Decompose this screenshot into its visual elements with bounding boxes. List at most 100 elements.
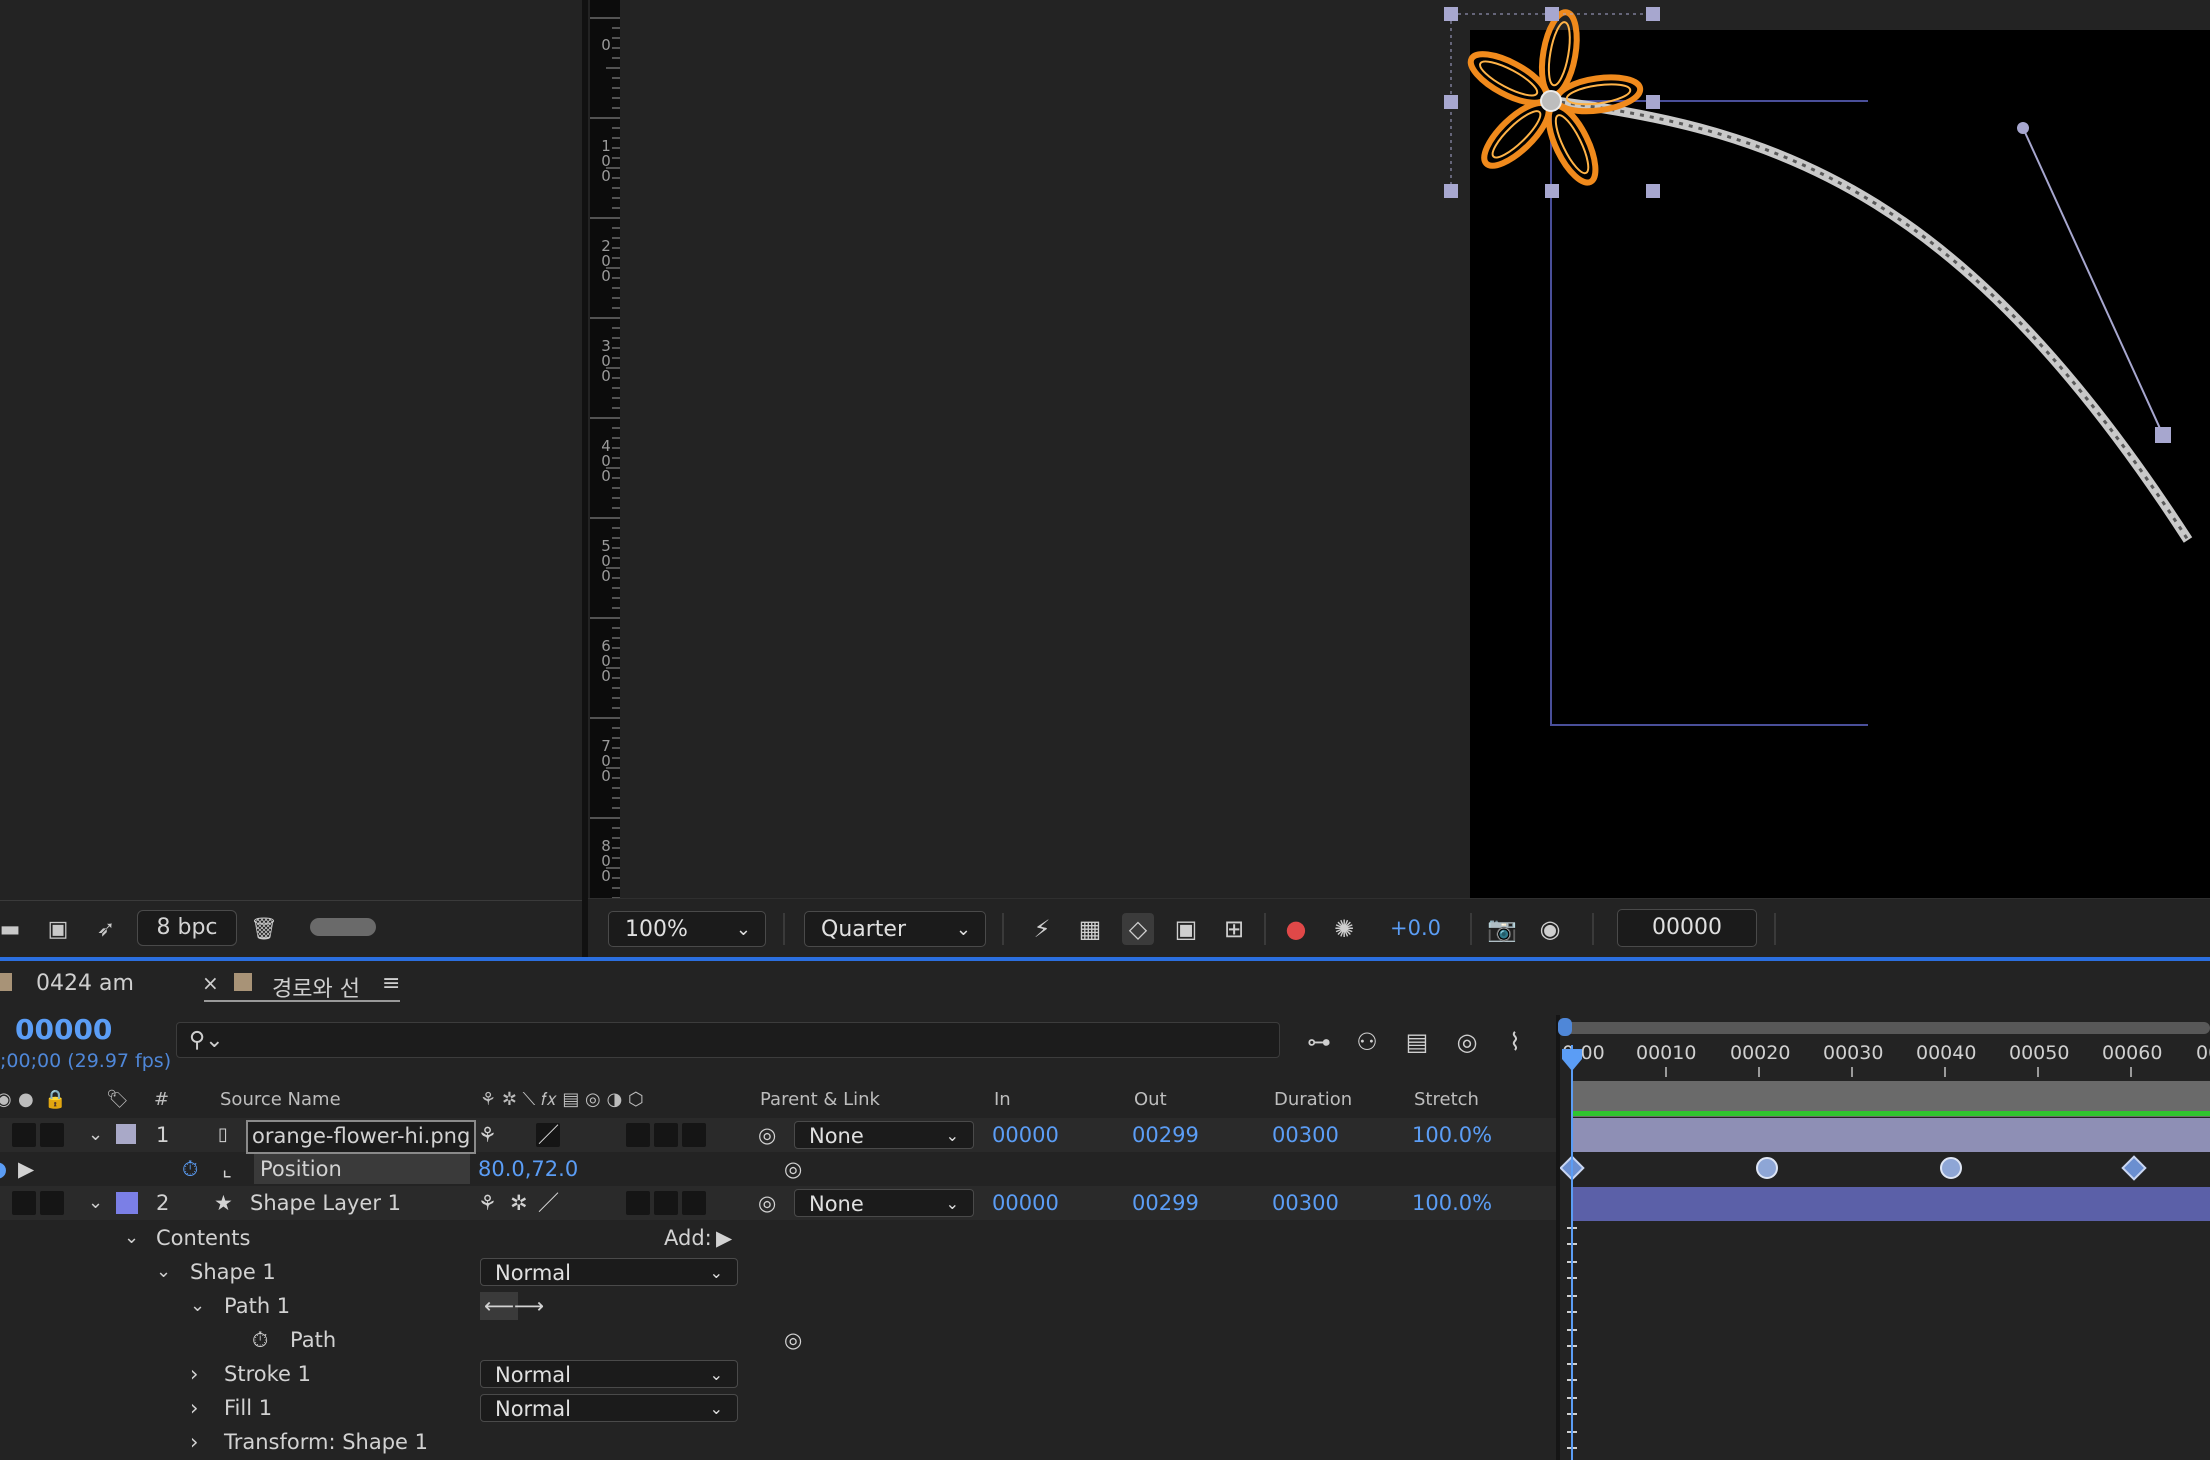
keyframe-nav-icon[interactable]: ◗ bbox=[0, 1152, 7, 1186]
layer-stretch[interactable]: 100.0% bbox=[1412, 1186, 1492, 1220]
playhead-marker[interactable] bbox=[1562, 1049, 1582, 1071]
layer-in[interactable]: 00000 bbox=[992, 1118, 1059, 1152]
label-tag-icon[interactable]: 🏷 bbox=[106, 1089, 129, 1110]
layer-2-bar[interactable] bbox=[1573, 1187, 2210, 1221]
shape-1-row[interactable]: ⌄ Shape 1 Normal ⌄ bbox=[0, 1255, 1560, 1289]
shy-switch-icon[interactable]: ⚘ bbox=[478, 1186, 497, 1220]
chevron-right-icon[interactable]: › bbox=[190, 1391, 198, 1425]
pick-whip-icon[interactable]: ◎ bbox=[784, 1323, 802, 1357]
stopwatch-icon[interactable]: ⏱ bbox=[252, 1323, 268, 1357]
path-1-row[interactable]: ⌄ Path 1 ⟵ ⟶ bbox=[0, 1289, 1560, 1323]
expand-triangle-icon[interactable]: ▶ bbox=[18, 1152, 34, 1186]
layer-name[interactable]: Shape Layer 1 bbox=[250, 1186, 401, 1220]
position-value[interactable]: 80.0,72.0 bbox=[478, 1152, 578, 1186]
flowchart-icon[interactable]: ➶ bbox=[92, 917, 120, 943]
chevron-right-icon[interactable]: › bbox=[190, 1357, 198, 1391]
transparency-grid-icon[interactable]: ▦ bbox=[1074, 913, 1106, 945]
trash-icon[interactable]: 🗑 bbox=[250, 917, 278, 943]
folder-icon[interactable]: ▬ bbox=[0, 917, 24, 943]
column-parent-link[interactable]: Parent & Link bbox=[760, 1089, 880, 1110]
position-property-row[interactable]: ◗ ▶ ⏱ ⌞ Position 80.0,72.0 ◎ bbox=[0, 1152, 1560, 1186]
column-duration[interactable]: Duration bbox=[1274, 1089, 1352, 1110]
region-of-interest-icon[interactable]: ▣ bbox=[1170, 913, 1202, 945]
column-source-name[interactable]: Source Name bbox=[220, 1089, 341, 1110]
composition-icon[interactable]: ▣ bbox=[44, 917, 72, 943]
project-scrollbar[interactable] bbox=[310, 918, 376, 936]
current-time-display[interactable]: 00000 bbox=[15, 1013, 112, 1046]
color-channels-icon[interactable]: ● bbox=[1280, 913, 1312, 945]
graph-editor-icon[interactable]: ⌇ bbox=[1498, 1026, 1532, 1058]
visibility-icon[interactable]: ◉ bbox=[0, 1089, 12, 1110]
shy-layers-icon[interactable]: ⚇ bbox=[1350, 1026, 1384, 1058]
layer-row-1[interactable]: ⌄ 1 ▯ orange-flower-hi.png ⚘ ／ ◎ None ⌄ … bbox=[0, 1118, 1560, 1154]
column-stretch[interactable]: Stretch bbox=[1414, 1089, 1479, 1110]
collapse-switch-icon[interactable]: ✲ bbox=[510, 1186, 528, 1220]
motion-blur-icon[interactable]: ◎ bbox=[1450, 1026, 1484, 1058]
zoom-dropdown[interactable]: 100% ⌄ bbox=[608, 911, 766, 947]
parent-dropdown[interactable]: None ⌄ bbox=[794, 1189, 974, 1217]
fill-1-blend-mode[interactable]: Normal ⌄ bbox=[480, 1394, 738, 1422]
path-direction-icon[interactable]: ⟵ bbox=[480, 1292, 519, 1320]
chevron-down-icon[interactable]: ⌄ bbox=[88, 1186, 103, 1220]
grid-guides-icon[interactable]: ⊞ bbox=[1218, 913, 1250, 945]
comp-flowchart-icon[interactable]: ⊶ bbox=[1302, 1026, 1336, 1058]
column-in[interactable]: In bbox=[994, 1089, 1011, 1110]
layer-label-color[interactable] bbox=[116, 1124, 136, 1144]
bpc-button[interactable]: 8 bpc bbox=[137, 910, 237, 946]
shape-1-blend-mode[interactable]: Normal ⌄ bbox=[480, 1258, 738, 1286]
close-tab-icon[interactable]: × bbox=[202, 971, 219, 995]
column-out[interactable]: Out bbox=[1134, 1089, 1167, 1110]
column-number[interactable]: # bbox=[154, 1089, 169, 1110]
pick-whip-icon[interactable]: ◎ bbox=[758, 1186, 776, 1220]
tab-active-comp[interactable]: 경로와 선 bbox=[272, 971, 360, 1003]
transform-shape-1-row[interactable]: › Transform: Shape 1 bbox=[0, 1425, 1560, 1459]
snapshot-camera-icon[interactable]: 📷 bbox=[1486, 913, 1518, 945]
path-reverse-icon[interactable]: ⟶ bbox=[514, 1292, 544, 1320]
add-menu-icon[interactable]: ▶ bbox=[716, 1221, 732, 1255]
solo-icon[interactable]: ● bbox=[18, 1089, 34, 1110]
layer-out[interactable]: 00299 bbox=[1132, 1118, 1199, 1152]
chevron-down-icon[interactable]: ⌄ bbox=[124, 1221, 139, 1255]
chevron-right-icon[interactable]: › bbox=[190, 1425, 198, 1459]
stopwatch-icon[interactable]: ⏱ bbox=[182, 1152, 198, 1186]
pick-whip-icon[interactable]: ◎ bbox=[784, 1152, 802, 1186]
fill-1-row[interactable]: › Fill 1 Normal ⌄ bbox=[0, 1391, 1560, 1425]
path-vertex[interactable] bbox=[2155, 427, 2171, 443]
stroke-1-blend-mode[interactable]: Normal ⌄ bbox=[480, 1360, 738, 1388]
layer-duration[interactable]: 00300 bbox=[1272, 1118, 1339, 1152]
chevron-down-icon[interactable]: ⌄ bbox=[156, 1255, 171, 1289]
shy-switch-icon[interactable]: ⚘ bbox=[478, 1118, 497, 1152]
layer-duration[interactable]: 00300 bbox=[1272, 1186, 1339, 1220]
layer-label-color[interactable] bbox=[116, 1192, 138, 1214]
work-area-bar[interactable] bbox=[1573, 1111, 2210, 1116]
stroke-1-row[interactable]: › Stroke 1 Normal ⌄ bbox=[0, 1357, 1560, 1391]
panel-menu-icon[interactable]: ≡ bbox=[382, 971, 400, 996]
viewer-timecode[interactable]: 00000 bbox=[1617, 909, 1757, 947]
layer-stretch[interactable]: 100.0% bbox=[1412, 1118, 1492, 1152]
path-row[interactable]: ⏱ Path ◎ bbox=[0, 1323, 1560, 1357]
frame-blending-icon[interactable]: ▤ bbox=[1400, 1026, 1434, 1058]
exposure-value[interactable]: +0.0 bbox=[1390, 916, 1441, 940]
layer-row-2[interactable]: ⌄ 2 ★ Shape Layer 1 ⚘ ✲ ／ ◎ None ⌄ 00000… bbox=[0, 1186, 1560, 1220]
show-snapshot-icon[interactable]: ◉ bbox=[1534, 913, 1566, 945]
lock-icon[interactable]: 🔒 bbox=[44, 1089, 66, 1110]
position-label[interactable]: Position bbox=[254, 1154, 470, 1184]
bezier-handle-point[interactable] bbox=[2017, 122, 2029, 134]
orange-flower-image[interactable] bbox=[1464, 9, 1644, 189]
pick-whip-icon[interactable]: ◎ bbox=[758, 1118, 776, 1152]
quality-switch-icon[interactable]: ／ bbox=[538, 1118, 559, 1152]
layer-name-field[interactable]: orange-flower-hi.png bbox=[246, 1120, 477, 1154]
chevron-down-icon[interactable]: ⌄ bbox=[190, 1289, 205, 1323]
contents-row[interactable]: ⌄ Contents Add: ▶ bbox=[0, 1221, 1560, 1255]
graph-icon[interactable]: ⌞ bbox=[222, 1152, 232, 1186]
tab-0424-am[interactable]: 0424 am bbox=[36, 971, 134, 996]
parent-dropdown[interactable]: None ⌄ bbox=[794, 1121, 974, 1149]
resolution-dropdown[interactable]: Quarter ⌄ bbox=[804, 911, 986, 947]
layer-1-bar[interactable] bbox=[1573, 1118, 2210, 1152]
mask-path-visibility-icon[interactable]: ◇ bbox=[1122, 913, 1154, 945]
timeline-search-input[interactable]: ⚲⌄ bbox=[176, 1022, 1280, 1058]
layer-in[interactable]: 00000 bbox=[992, 1186, 1059, 1220]
exposure-reset-icon[interactable]: ✺ bbox=[1328, 913, 1360, 945]
motion-path[interactable] bbox=[1550, 96, 2193, 543]
layer-out[interactable]: 00299 bbox=[1132, 1186, 1199, 1220]
